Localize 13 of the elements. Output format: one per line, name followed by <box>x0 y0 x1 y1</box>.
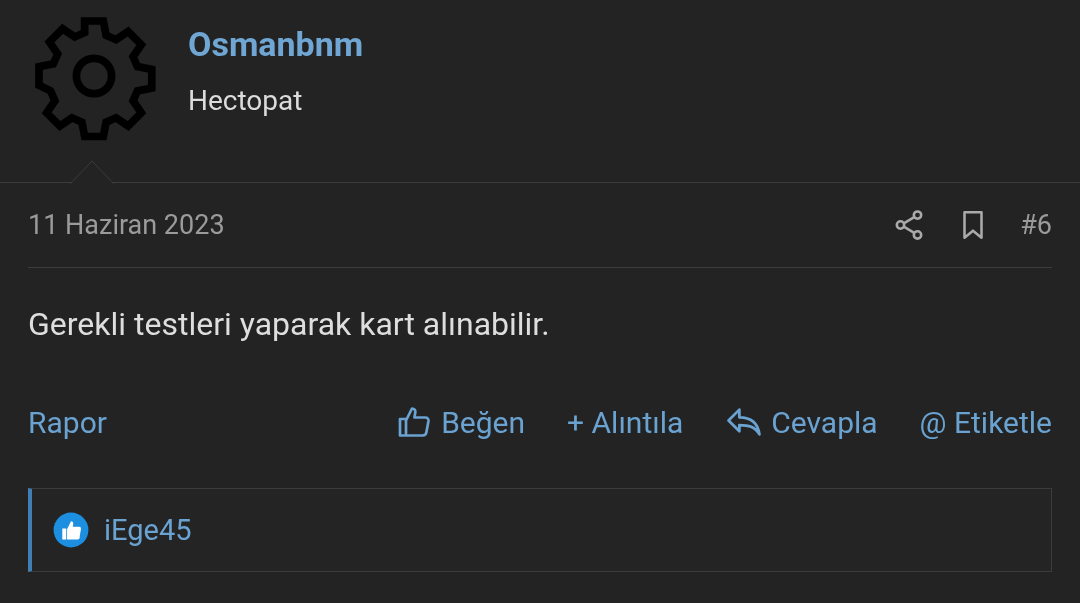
like-button[interactable]: Beğen <box>397 404 526 440</box>
user-title: Hectopat <box>188 84 304 118</box>
reply-arrow-icon <box>725 405 764 439</box>
post-date: 11 Haziran 2023 <box>28 209 226 241</box>
like-badge-icon <box>52 511 90 549</box>
quote-button[interactable]: + Alıntıla <box>567 404 684 440</box>
post-number-link[interactable]: #6 <box>1020 209 1052 241</box>
mention-button[interactable]: @ Etiketle <box>919 404 1052 440</box>
post-message: Gerekli testleri yaparak kart alınabilir. <box>28 304 551 345</box>
report-button[interactable]: Rapor <box>28 404 107 440</box>
reaction-user-link[interactable]: iEge45 <box>104 513 192 547</box>
username-link[interactable]: Osmanbnm <box>188 24 364 64</box>
reply-button[interactable]: Cevapla <box>725 404 878 440</box>
